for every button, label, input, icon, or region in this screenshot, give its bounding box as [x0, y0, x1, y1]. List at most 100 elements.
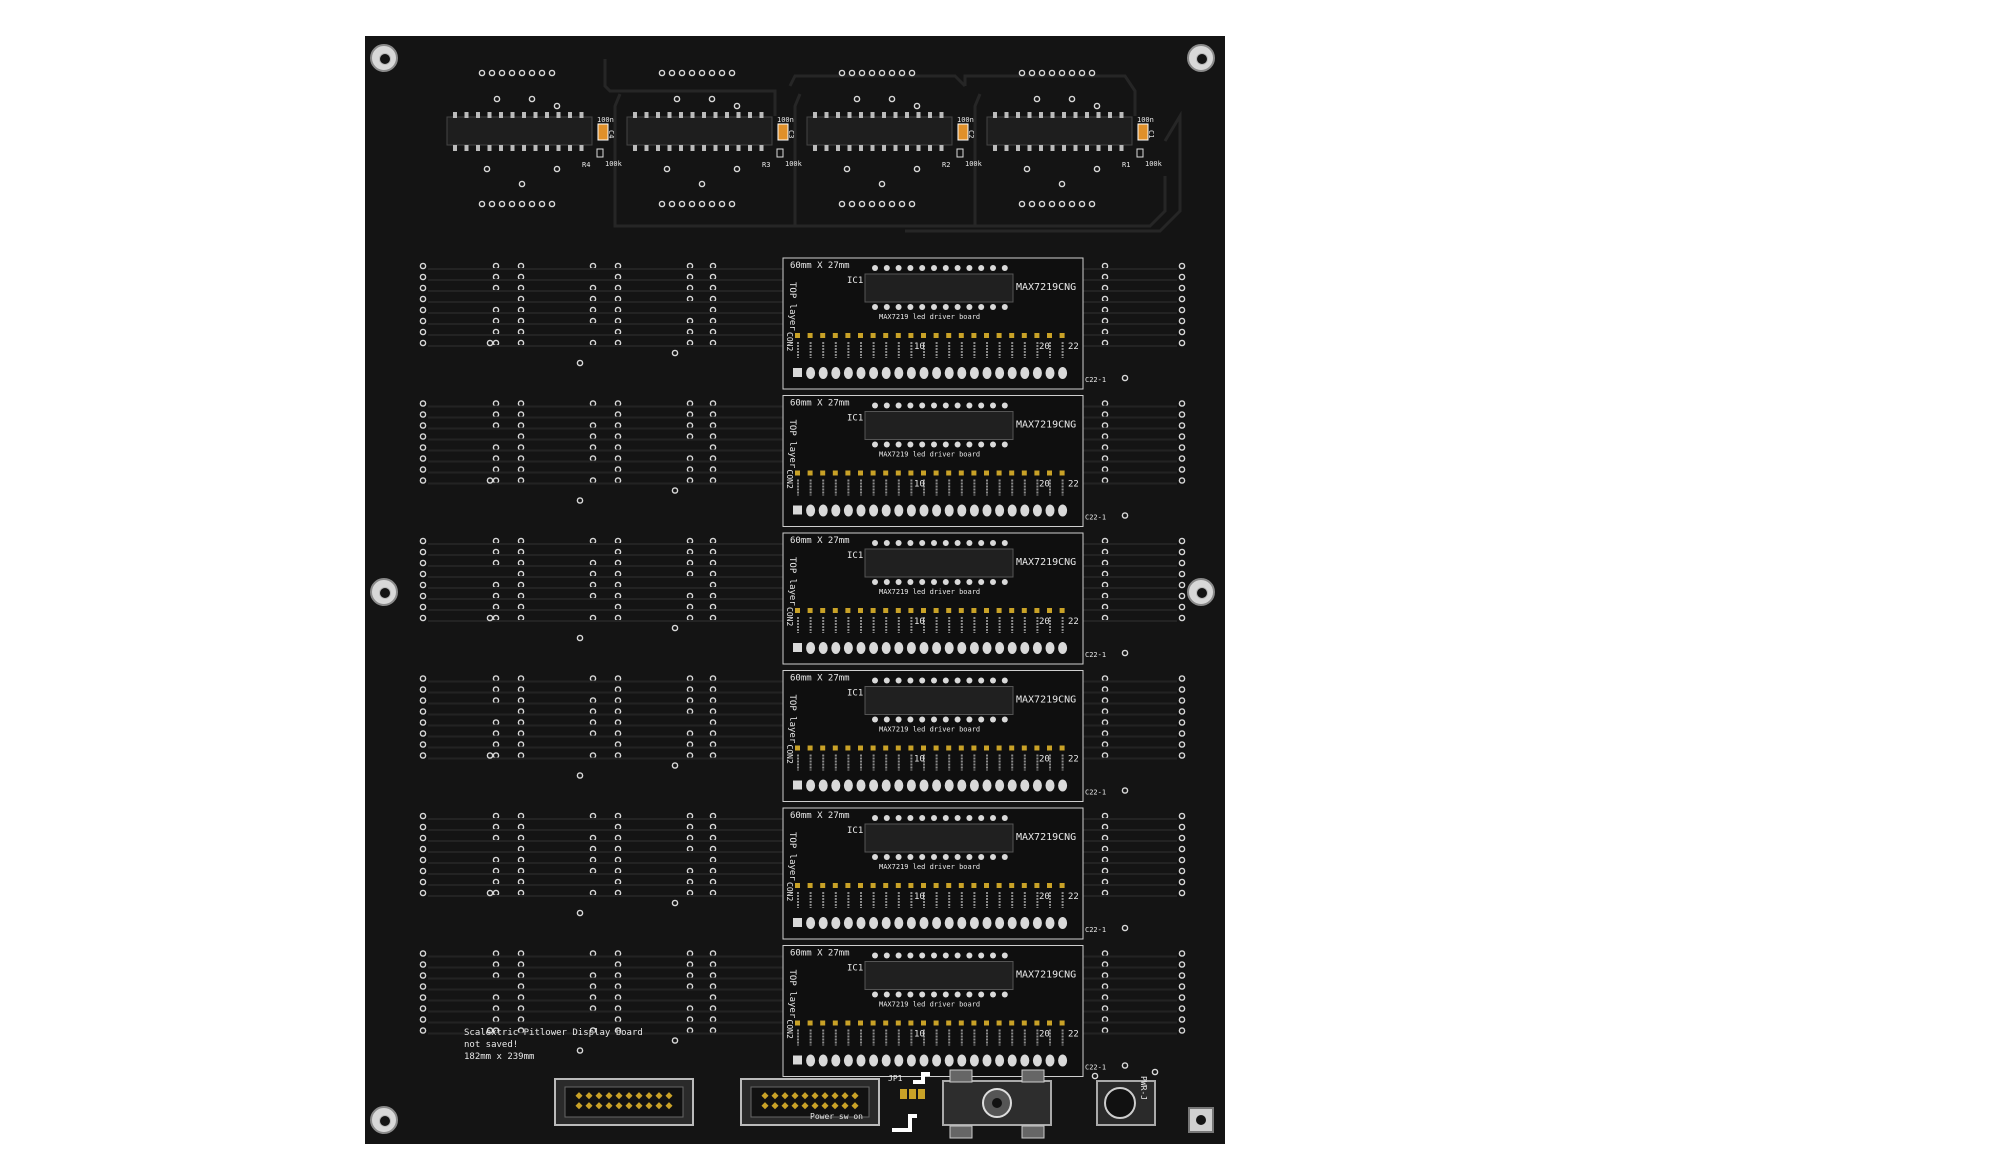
- segment-pad: [1101, 328, 1109, 336]
- segment-pad: [614, 581, 622, 589]
- ic-pin: [1039, 145, 1043, 151]
- connector-pad-small: [971, 1020, 977, 1026]
- segment-pad: [1101, 972, 1109, 979]
- segment-pad: [686, 708, 694, 715]
- segment-pad: [1101, 708, 1109, 715]
- ic-pin: [916, 145, 921, 151]
- header-pin: [944, 779, 954, 792]
- chip-pin: [907, 265, 914, 271]
- segment-pad: [1178, 812, 1186, 820]
- segment-pad: [1101, 295, 1109, 303]
- chip-pin: [907, 854, 914, 860]
- ic-pin: [556, 112, 561, 118]
- connector-pad-small: [883, 1020, 889, 1026]
- ic-pin: [702, 145, 706, 151]
- chip-pin: [990, 952, 996, 959]
- header-pin: [944, 367, 954, 379]
- connector-pad-small: [795, 1020, 800, 1026]
- connector-pad-small: [1021, 470, 1027, 476]
- segment-pad: [1101, 983, 1109, 990]
- via: [576, 359, 584, 367]
- header-pin: [1020, 917, 1030, 929]
- ic-pin: [476, 145, 480, 151]
- segment-pad: [1178, 548, 1186, 556]
- segment-pad: [614, 972, 622, 979]
- segment-pad: [419, 444, 427, 451]
- connector-pad-small: [895, 883, 901, 888]
- chip-pin: [942, 402, 949, 409]
- module-connector-ref: CON2: [785, 332, 794, 351]
- ic-pin: [836, 112, 840, 118]
- ic-pin: [556, 145, 561, 151]
- segment-pad: [492, 537, 500, 545]
- header-pin: [869, 1054, 879, 1067]
- segment-pad: [589, 400, 597, 407]
- via: [1093, 102, 1101, 110]
- ic-pin: [1096, 112, 1101, 118]
- segment-pad: [492, 1016, 500, 1023]
- ic-pin: [533, 145, 538, 151]
- segment-pad: [686, 878, 694, 886]
- pin-count: 22: [1068, 1030, 1079, 1040]
- segment-pad: [492, 994, 500, 1001]
- module-footprint-ref: C22-1: [1085, 514, 1106, 522]
- ic-pin: [1119, 112, 1124, 118]
- ic-pin: [1004, 145, 1009, 151]
- header-pin: [932, 779, 942, 792]
- segment-pad: [686, 752, 694, 759]
- chip-pin: [978, 815, 985, 821]
- connector-pad-small: [858, 745, 863, 751]
- chip-pin: [1001, 265, 1008, 271]
- header-pad: [848, 200, 856, 208]
- segment-pad: [589, 675, 597, 682]
- board-note-status: not saved!: [464, 1040, 519, 1050]
- header-pin: [906, 1054, 916, 1067]
- header-pin: [843, 779, 853, 792]
- segment-pad: [517, 284, 525, 292]
- segment-pad: [686, 570, 694, 578]
- header-pin: [1058, 917, 1068, 929]
- segment-pad: [614, 983, 622, 990]
- segment-pad: [1101, 812, 1109, 820]
- chip-pin: [954, 402, 961, 409]
- ic-pin: [510, 112, 515, 118]
- connector-pad-small: [845, 608, 851, 613]
- segment-pad: [589, 708, 597, 715]
- ic-pin: [859, 145, 863, 151]
- ic-pin: [713, 145, 718, 151]
- segment-pad: [419, 581, 427, 589]
- segment-pad: [1101, 614, 1109, 622]
- connector-pad-small: [1009, 333, 1015, 338]
- chip-pin: [872, 854, 878, 860]
- header-pad: [898, 200, 906, 208]
- header-pin: [932, 1054, 942, 1067]
- header-pin-1: [793, 643, 802, 652]
- connector-pad-small: [1021, 333, 1027, 338]
- header-pad: [858, 200, 866, 208]
- ic-pin: [1027, 145, 1032, 151]
- ic-pin: [905, 145, 909, 151]
- header-pin: [982, 642, 992, 654]
- ic-pin: [893, 145, 898, 151]
- connector-pad-small: [984, 470, 989, 476]
- segment-pad: [492, 422, 500, 429]
- segment-pad: [614, 444, 622, 451]
- chip-pin: [907, 579, 914, 585]
- via: [698, 180, 706, 188]
- connector-pad-small: [1021, 1020, 1027, 1026]
- module-caption: MAX7219 led driver board: [879, 313, 980, 321]
- connector-pad-small: [1009, 883, 1015, 888]
- segment-pad: [492, 686, 500, 693]
- header-pin: [1020, 779, 1030, 792]
- connector-pad-small: [832, 608, 838, 613]
- header-pin: [881, 642, 891, 654]
- segment-pad: [419, 950, 427, 957]
- ic-pin: [1004, 112, 1009, 118]
- chip-pin: [919, 854, 926, 860]
- ic-pin: [736, 145, 741, 151]
- connector-pad-small: [984, 1020, 989, 1026]
- via: [483, 165, 491, 173]
- header-pin: [894, 504, 904, 517]
- chip-pin: [919, 304, 926, 310]
- segment-pad: [709, 741, 717, 748]
